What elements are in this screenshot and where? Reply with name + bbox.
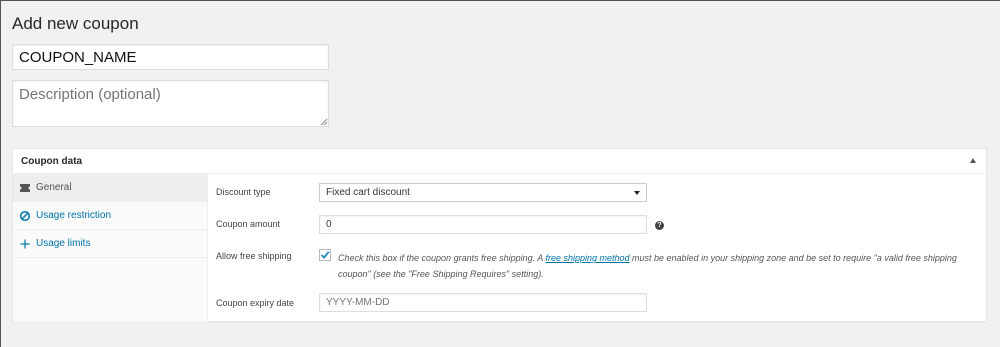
tab-general[interactable]: General (13, 174, 207, 202)
tab-general-label: General (36, 182, 72, 193)
tab-usage-limits-label: Usage limits (36, 238, 91, 249)
free-shipping-label: Allow free shipping (216, 251, 292, 261)
page-title: Add new coupon (12, 14, 139, 33)
plus-icon (20, 239, 30, 249)
checkmark-icon (320, 251, 330, 259)
free-shipping-method-link[interactable]: free shipping method (545, 253, 629, 263)
coupon-data-header: Coupon data (13, 149, 986, 174)
coupon-amount-input[interactable] (319, 215, 647, 234)
free-shipping-description: Check this box if the coupon grants free… (338, 250, 983, 282)
window-left-border (0, 0, 1, 347)
tab-usage-restriction[interactable]: Usage restriction (13, 202, 207, 230)
ban-icon (19, 210, 31, 222)
coupon-data-title: Coupon data (21, 156, 83, 167)
general-panel: Discount type Fixed cart discount Coupon… (209, 174, 986, 322)
discount-type-select[interactable]: Fixed cart discount (319, 183, 647, 202)
discount-type-value: Fixed cart discount (326, 187, 410, 198)
ticket-icon (20, 184, 30, 192)
discount-type-label: Discount type (216, 187, 271, 197)
resize-grip-icon[interactable] (320, 118, 328, 126)
tab-usage-limits[interactable]: Usage limits (13, 230, 207, 258)
coupon-amount-label: Coupon amount (216, 219, 281, 229)
free-shipping-desc-pre: Check this box if the coupon grants free… (338, 253, 546, 263)
collapse-toggle-icon[interactable] (970, 158, 976, 163)
coupon-data-box: Coupon data General Usage restriction Us… (12, 148, 987, 322)
free-shipping-checkbox[interactable] (319, 249, 331, 261)
description-textarea[interactable] (12, 80, 329, 127)
tab-usage-restriction-label: Usage restriction (36, 210, 112, 221)
window-top-border (0, 0, 1000, 1)
expiry-date-input[interactable] (319, 293, 647, 312)
coupon-data-tabs: General Usage restriction Usage limits (13, 174, 208, 322)
chevron-down-icon (634, 191, 640, 195)
expiry-date-label: Coupon expiry date (216, 298, 295, 308)
coupon-code-input[interactable] (12, 44, 329, 70)
help-icon[interactable]: ? (655, 221, 664, 230)
